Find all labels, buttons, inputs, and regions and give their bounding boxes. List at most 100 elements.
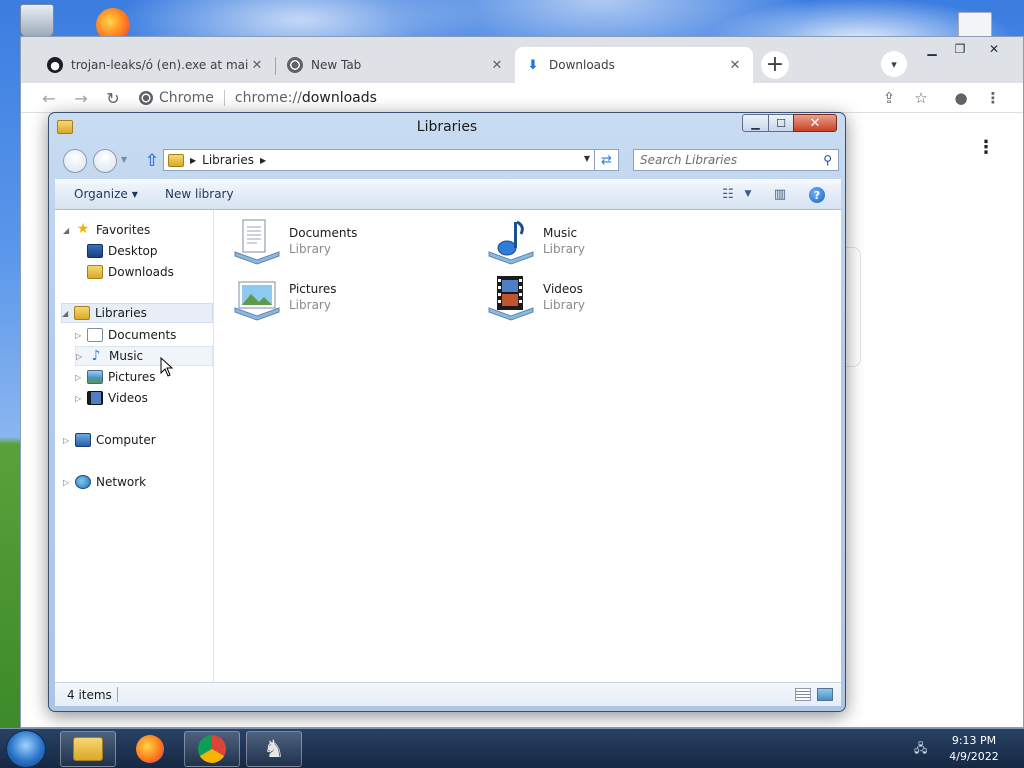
large-icons-view-icon[interactable] [817,688,833,701]
chrome-minimize-button[interactable]: ▁ [919,41,945,57]
library-type: Library [543,242,585,256]
back-button[interactable] [63,149,87,173]
url-path: downloads [301,90,377,106]
explorer-titlebar[interactable]: Libraries ▁ ☐ ✕ [49,113,845,143]
tree-item-desktop[interactable]: Desktop [75,241,158,261]
close-tab-icon[interactable]: ✕ [249,58,265,73]
item-count: 4 items [67,688,112,702]
downloads-more-actions-icon[interactable]: ⋮ [977,137,995,158]
chrome-tab-new-tab[interactable]: New Tab ✕ [277,47,515,83]
tree-item-label: Pictures [108,370,156,384]
navigation-pane: ◢ ★ Favorites Desktop Downloads ◢ Librar… [55,210,214,682]
chrome-icon [198,735,226,763]
tree-item-pictures[interactable]: ▷ Pictures [75,367,156,387]
explorer-address-bar[interactable]: ▶ Libraries ▶ ▼ [163,149,595,171]
command-bar: Organize ▼ New library ☷ ▼ ▥ ? [55,179,841,210]
expand-arrow-icon[interactable]: ▷ [75,373,85,382]
expand-arrow-icon[interactable]: ▷ [76,352,86,361]
recent-pages-chevron-icon[interactable]: ▼ [121,155,129,164]
back-arrow-icon[interactable]: ← [39,88,59,108]
expand-arrow-icon[interactable]: ▷ [75,394,85,403]
tab-title: trojan-leaks/ó (en).exe at main · j [71,58,249,72]
library-tile-pictures[interactable]: Pictures Library [233,274,473,324]
breadcrumb-arrow-icon[interactable]: ▶ [190,156,196,165]
chess-icon: ♞ [263,735,285,763]
library-name: Pictures [289,282,337,296]
details-view-icon[interactable] [795,688,811,701]
reload-icon[interactable]: ↻ [103,88,123,108]
address-bar[interactable]: Chrome chrome://downloads [139,85,377,111]
breadcrumb-arrow-icon[interactable]: ▶ [260,156,266,165]
taskbar-firefox[interactable] [122,731,178,767]
site-chip: Chrome [159,90,214,106]
preview-pane-icon[interactable]: ▥ [771,185,789,203]
recycle-bin-icon[interactable] [20,4,54,38]
close-tab-icon[interactable]: ✕ [489,58,505,73]
tree-favorites[interactable]: ◢ ★ Favorites [63,220,150,240]
url-scheme: chrome:// [234,90,302,106]
expand-arrow-icon[interactable]: ▷ [63,436,73,445]
tree-network[interactable]: ▷ Network [63,472,146,492]
address-dropdown-icon[interactable]: ▼ [584,154,590,163]
status-divider [117,687,118,702]
close-tab-icon[interactable]: ✕ [727,58,743,73]
chrome-restore-button[interactable]: ❐ [947,41,973,57]
up-arrow-icon[interactable]: ⇧ [143,151,161,171]
library-tile-music[interactable]: Music Library [487,218,727,268]
chrome-close-button[interactable]: ✕ [981,41,1007,57]
search-input[interactable]: Search Libraries ⚲ [633,149,839,171]
profile-avatar-icon[interactable]: ● [951,88,971,108]
minimize-button[interactable]: ▁ [742,114,769,132]
pictures-icon [87,370,103,384]
start-button[interactable] [6,730,46,768]
tree-libraries-label: Libraries [95,306,147,320]
chrome-tab-github[interactable]: ● trojan-leaks/ó (en).exe at main · j ✕ [37,47,275,83]
search-icon[interactable]: ⚲ [823,153,832,167]
refresh-icon[interactable]: ⇄ [595,149,619,171]
tree-item-downloads[interactable]: Downloads [75,262,174,282]
chrome-menu-icon[interactable]: ⋮ [983,88,1003,108]
organize-button[interactable]: Organize ▼ [74,187,138,201]
expand-arrow-icon[interactable]: ▷ [75,331,85,340]
share-icon[interactable]: ⇪ [879,88,899,108]
taskbar-chess[interactable]: ♞ [246,731,302,767]
tree-libraries[interactable]: ◢ Libraries [61,303,213,323]
breadcrumb-libraries[interactable]: Libraries [202,153,254,167]
view-options-chevron-icon[interactable]: ▼ [739,185,757,203]
tree-item-videos[interactable]: ▷ Videos [75,388,148,408]
chrome-tab-downloads[interactable]: ⬇ Downloads ✕ [515,47,753,83]
collapse-arrow-icon[interactable]: ◢ [63,226,73,235]
change-view-icon[interactable]: ☷ [719,185,737,203]
clock-date: 4/9/2022 [949,750,999,763]
maximize-button[interactable]: ☐ [768,114,794,132]
downloads-folder-icon [87,265,103,279]
close-button[interactable]: ✕ [793,114,837,132]
music-note-icon: ♪ [91,348,101,364]
new-library-label: New library [165,187,234,201]
tree-item-music[interactable]: ▷ ♪ Music [75,346,213,366]
bookmark-star-icon[interactable]: ☆ [911,88,931,108]
library-tile-documents[interactable]: Documents Library [233,218,473,268]
download-icon: ⬇ [527,57,539,73]
chrome-icon [139,91,153,105]
taskbar-windows-explorer[interactable] [60,731,116,767]
network-tray-icon[interactable]: 🖧 [914,739,932,755]
status-bar: 4 items [55,682,841,706]
taskbar-chrome[interactable] [184,731,240,767]
tree-item-documents[interactable]: ▷ Documents [75,325,176,345]
libraries-explorer-window: Libraries ▁ ☐ ✕ ▼ ⇧ ▶ Libraries ▶ ▼ ⇄ Se… [48,112,846,712]
forward-arrow-icon[interactable]: → [71,88,91,108]
chrome-tabstrip: ● trojan-leaks/ó (en).exe at main · j ✕ … [21,37,1023,83]
collapse-arrow-icon[interactable]: ◢ [62,309,72,318]
forward-button[interactable] [93,149,117,173]
desktop-icon [87,244,103,258]
tree-computer[interactable]: ▷ Computer [63,430,156,450]
system-clock[interactable]: 9:13 PM 4/9/2022 [944,733,1004,765]
content-pane: Documents Library Music Library Pictures… [215,210,841,682]
new-tab-button[interactable]: + [761,51,789,79]
expand-arrow-icon[interactable]: ▷ [63,478,73,487]
tab-search-button[interactable]: ▾ [881,51,907,77]
new-library-button[interactable]: New library [165,187,234,201]
help-icon[interactable]: ? [809,187,825,203]
library-tile-videos[interactable]: Videos Library [487,274,727,324]
